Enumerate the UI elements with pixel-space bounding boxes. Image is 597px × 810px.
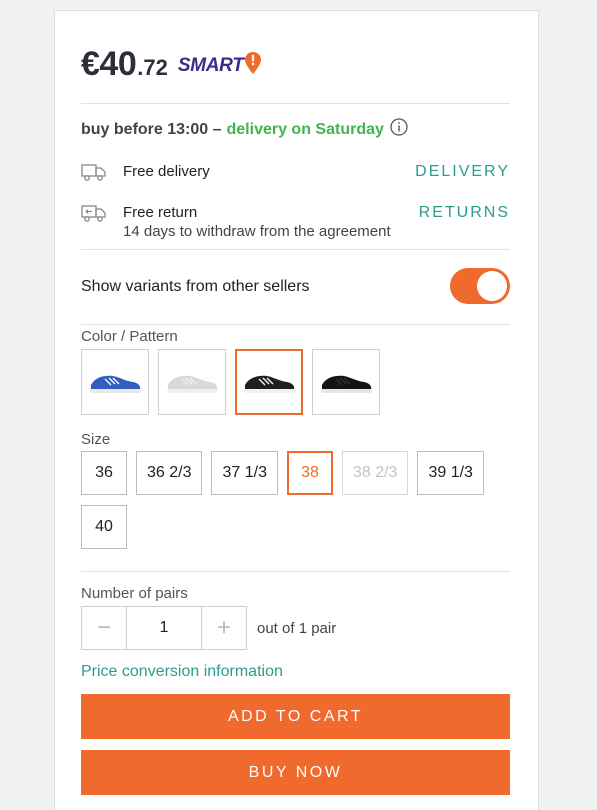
toggle-knob: [477, 271, 507, 301]
price-conversion-link[interactable]: Price conversion information: [81, 663, 283, 681]
size-option[interactable]: 39 1/3: [417, 451, 484, 495]
size-option-unavailable: 38 2/3: [341, 451, 409, 495]
blue-shoe-image: [90, 375, 141, 393]
quantity-row: − 1 + out of 1 pair: [81, 606, 336, 650]
variants-toggle[interactable]: [450, 268, 510, 304]
service-subtitle: 14 days to withdraw from the agreement: [123, 223, 391, 240]
delivery-day: delivery on Saturday: [226, 120, 384, 138]
price-block: €40 .72 SMART: [81, 37, 261, 81]
returns-link[interactable]: RETURNS: [419, 203, 510, 222]
add-to-cart-button[interactable]: ADD TO CART: [81, 694, 510, 739]
grey-shoe-image: [167, 375, 218, 393]
return-truck-icon: [81, 203, 109, 228]
info-icon[interactable]: [390, 118, 408, 141]
swatch-black-white-shoe[interactable]: [235, 349, 303, 415]
divider: [81, 103, 510, 104]
black-shoe-image: [321, 375, 372, 393]
service-title: Free return: [123, 204, 198, 221]
size-option[interactable]: 36: [81, 451, 127, 495]
quantity-label: Number of pairs: [81, 585, 188, 602]
service-title: Free delivery: [123, 163, 210, 180]
swatch-blue-shoe[interactable]: [81, 349, 149, 415]
color-label: Color / Pattern: [81, 328, 178, 345]
size-option[interactable]: 40: [81, 505, 127, 549]
variants-toggle-label: Show variants from other sellers: [81, 278, 310, 295]
buy-now-button[interactable]: BUY NOW: [81, 750, 510, 795]
size-label: Size: [81, 431, 111, 448]
truck-icon: [81, 162, 109, 187]
quantity-input[interactable]: 1: [126, 607, 202, 649]
smart-badge-label: SMART: [177, 54, 244, 76]
service-free-delivery: Free delivery DELIVERY: [81, 162, 510, 187]
quantity-note: out of 1 pair: [257, 619, 337, 637]
price-decimal: .72: [137, 55, 168, 80]
divider: [81, 324, 510, 325]
black-white-shoe-image: [244, 375, 295, 393]
color-swatches: [81, 349, 380, 415]
increment-button[interactable]: +: [202, 607, 246, 649]
divider: [81, 249, 510, 250]
delivery-deadline: buy before 13:00 – delivery on Saturday: [81, 118, 408, 141]
delivery-link[interactable]: DELIVERY: [415, 162, 510, 181]
deadline-text: buy before 13:00 –: [81, 120, 222, 138]
size-option-selected[interactable]: 38: [286, 451, 333, 495]
quantity-stepper: − 1 +: [81, 606, 247, 650]
smart-pin-icon: [244, 52, 261, 79]
size-options: 36 36 2/3 37 1/3 38 38 2/3 39 1/3 40: [81, 451, 501, 549]
size-option[interactable]: 37 1/3: [211, 451, 278, 495]
smart-badge[interactable]: SMART: [178, 52, 261, 79]
divider: [81, 571, 510, 572]
product-offer-card: €40 .72 SMART buy before 13:00 – deliver…: [54, 10, 539, 810]
size-option[interactable]: 36 2/3: [136, 451, 203, 495]
decrement-button[interactable]: −: [82, 607, 126, 649]
swatch-black-shoe[interactable]: [312, 349, 380, 415]
price-main: €40: [81, 45, 137, 83]
service-text: Free return 14 days to withdraw from the…: [123, 203, 419, 241]
service-free-return: Free return 14 days to withdraw from the…: [81, 203, 510, 241]
swatch-grey-shoe[interactable]: [158, 349, 226, 415]
